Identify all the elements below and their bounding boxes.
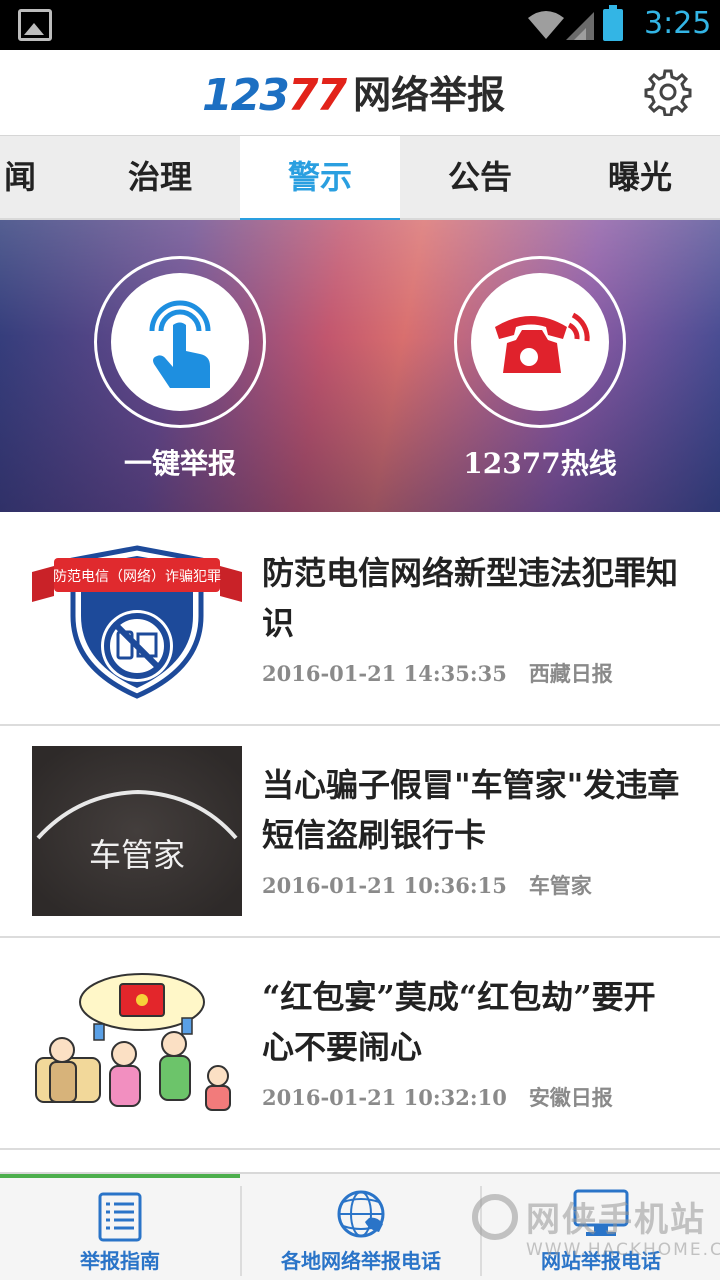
status-bar: 3:25 bbox=[0, 0, 720, 50]
news-title[interactable]: “红包宴”莫成“红包劫”要开心不要闹心 bbox=[262, 972, 682, 1072]
nav-report-guide[interactable]: 举报指南 bbox=[0, 1174, 240, 1280]
quick-action-banner: 一键举报 12377热线 bbox=[0, 220, 720, 512]
tab-announcement[interactable]: 公告 bbox=[400, 136, 560, 220]
news-title[interactable]: 当心骗子假冒"车管家"发违章短信盗刷银行卡 bbox=[262, 760, 682, 860]
news-item[interactable]: 车管家 当心骗子假冒"车管家"发违章短信盗刷银行卡 2016-01-21 10:… bbox=[0, 726, 720, 938]
tab-governance[interactable]: 治理 bbox=[80, 136, 240, 220]
signal-icon bbox=[566, 12, 594, 40]
news-source: 车管家 bbox=[528, 873, 592, 898]
nav-local-hotlines[interactable]: 各地网络举报电话 bbox=[242, 1174, 480, 1280]
tab-news[interactable]: 闻 bbox=[0, 136, 80, 220]
logo-number-red: 77 bbox=[287, 70, 347, 121]
news-item[interactable]: 防范电信（网络）诈骗犯罪 防范电信网络新型违法犯罪知识 2016-01-21 1… bbox=[0, 514, 720, 726]
tab-exposure[interactable]: 曝光 bbox=[560, 136, 720, 220]
news-source: 西藏日报 bbox=[528, 661, 613, 686]
app-logo: 12377 网络举报 bbox=[202, 64, 505, 121]
news-meta: 2016-01-21 10:32:10 安徽日报 bbox=[262, 1082, 613, 1112]
news-date: 2016-01-21 14:35:35 bbox=[262, 661, 507, 686]
document-list-icon bbox=[98, 1192, 142, 1242]
nav-local-hotlines-label[interactable]: 各地网络举报电话 bbox=[242, 1245, 480, 1274]
one-click-report-button[interactable] bbox=[94, 256, 266, 428]
category-tabs: 闻 治理 警示 公告 曝光 bbox=[0, 136, 720, 222]
tap-hand-icon bbox=[149, 300, 211, 388]
watermark-url: WWW.HACKHOME.COM bbox=[526, 1240, 720, 1260]
site-watermark: 网侠手机站 WWW.HACKHOME.COM bbox=[472, 1188, 720, 1272]
news-meta: 2016-01-21 10:36:15 车管家 bbox=[262, 870, 592, 900]
hotline-button[interactable] bbox=[454, 256, 626, 428]
one-click-report-label[interactable]: 一键举报 bbox=[60, 442, 300, 482]
news-item[interactable]: “红包宴”莫成“红包劫”要开心不要闹心 2016-01-21 10:32:10 安… bbox=[0, 938, 720, 1150]
telephone-icon bbox=[495, 312, 590, 373]
news-date: 2016-01-21 10:36:15 bbox=[262, 873, 507, 898]
logo-number-blue: 123 bbox=[202, 70, 290, 121]
settings-gear-icon[interactable] bbox=[644, 68, 692, 116]
page-title: 网络举报 bbox=[353, 72, 506, 117]
watermark-title: 网侠手机站 bbox=[526, 1200, 706, 1240]
globe-phone-icon bbox=[337, 1190, 385, 1238]
news-date: 2016-01-21 10:32:10 bbox=[262, 1085, 507, 1110]
badge-text: 防范电信（网络）诈骗犯罪 bbox=[53, 568, 221, 585]
nav-report-guide-label[interactable]: 举报指南 bbox=[0, 1245, 240, 1274]
app-header: 12377 网络举报 bbox=[0, 50, 720, 136]
watermark-logo-icon bbox=[472, 1194, 518, 1240]
battery-icon bbox=[603, 5, 623, 41]
wifi-icon bbox=[528, 11, 564, 39]
tab-warning[interactable]: 警示 bbox=[240, 136, 400, 222]
image-notification-icon bbox=[18, 9, 52, 41]
logo-number: 12377 bbox=[202, 70, 347, 121]
news-meta: 2016-01-21 14:35:35 西藏日报 bbox=[262, 658, 613, 688]
clock: 3:25 bbox=[644, 6, 712, 41]
hotline-label[interactable]: 12377热线 bbox=[420, 442, 660, 482]
fraud-prevention-badge-image: 防范电信（网络）诈骗犯罪 bbox=[32, 545, 242, 699]
car-manager-logo-image: 车管家 bbox=[32, 746, 242, 916]
red-envelope-cartoon-image bbox=[35, 973, 231, 1111]
news-source: 安徽日报 bbox=[528, 1085, 613, 1110]
news-title[interactable]: 防范电信网络新型违法犯罪知识 bbox=[262, 548, 682, 648]
car-manager-logo-text: 车管家 bbox=[89, 836, 185, 874]
